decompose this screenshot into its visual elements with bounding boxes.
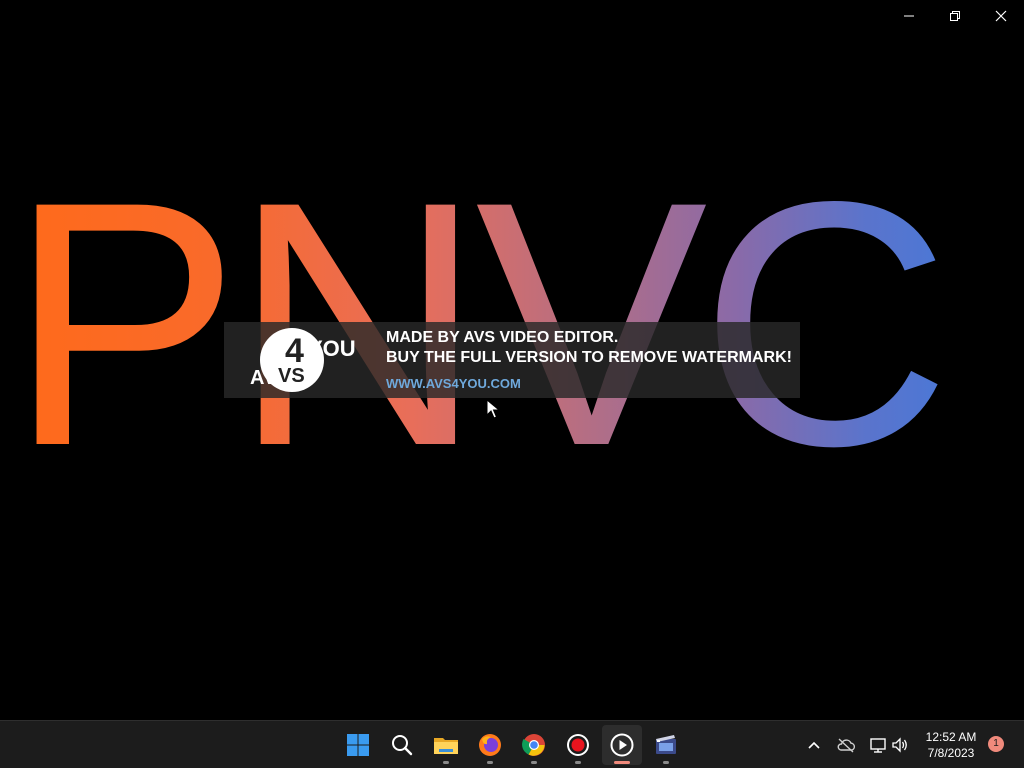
logo-you-text: YOU	[308, 336, 356, 361]
notification-badge[interactable]: 1	[988, 736, 1004, 752]
chrome-icon	[522, 734, 545, 756]
running-indicator	[531, 761, 537, 764]
watermark-line2: BUY THE FULL VERSION TO REMOVE WATERMARK…	[386, 349, 792, 366]
network-tray-button[interactable]	[866, 733, 890, 757]
watermark-banner: AVS VS 4 YOU MADE BY AVS VIDEO EDITOR. B…	[224, 322, 800, 398]
minimize-button[interactable]	[886, 0, 932, 32]
search-button[interactable]	[382, 725, 422, 765]
volume-tray-button[interactable]	[888, 733, 912, 757]
chevron-up-icon	[808, 741, 820, 749]
active-indicator	[614, 761, 630, 764]
video-editor-icon	[656, 735, 676, 754]
video-editor-button[interactable]	[646, 725, 686, 765]
search-icon	[392, 735, 413, 756]
running-indicator	[487, 761, 493, 764]
restore-icon	[950, 11, 960, 21]
firefox-button[interactable]	[470, 725, 510, 765]
avs4you-logo: AVS VS 4 YOU	[250, 328, 356, 392]
logo-four-text: 4	[285, 332, 304, 370]
taskbar: 12:52 AM 7/8/2023 1	[0, 720, 1024, 768]
watermark-link[interactable]: WWW.AVS4YOU.COM	[386, 376, 521, 391]
window-controls	[886, 0, 1024, 32]
windows-start-icon	[347, 734, 369, 756]
record-icon	[567, 734, 589, 756]
media-player-icon	[610, 733, 634, 757]
restore-button[interactable]	[932, 0, 978, 32]
watermark-line1: MADE BY AVS VIDEO EDITOR.	[386, 329, 619, 346]
clock-time: 12:52 AM	[925, 730, 977, 744]
chrome-button[interactable]	[514, 725, 554, 765]
start-button[interactable]	[338, 725, 378, 765]
file-explorer-button[interactable]	[426, 725, 466, 765]
show-hidden-icons-button[interactable]	[802, 733, 826, 757]
screen-recorder-button[interactable]	[558, 725, 598, 765]
file-explorer-icon	[434, 738, 458, 754]
video-frame: PNVC AVS VS 4 YOU MADE BY AVS VIDEO EDIT…	[0, 0, 1024, 720]
running-indicator	[663, 761, 669, 764]
close-button[interactable]	[978, 0, 1024, 32]
network-icon	[870, 738, 886, 753]
cloud-offline-icon	[837, 738, 856, 753]
running-indicator	[575, 761, 581, 764]
minimize-icon	[904, 15, 914, 17]
onedrive-tray-button[interactable]	[834, 733, 858, 757]
media-player-button[interactable]	[602, 725, 642, 765]
system-clock[interactable]: 12:52 AM 7/8/2023	[918, 729, 984, 761]
firefox-icon	[479, 734, 501, 756]
clock-date: 7/8/2023	[927, 746, 975, 760]
close-icon	[995, 10, 1007, 22]
mouse-cursor-icon	[486, 399, 500, 419]
running-indicator	[443, 761, 449, 764]
volume-icon	[892, 737, 907, 753]
